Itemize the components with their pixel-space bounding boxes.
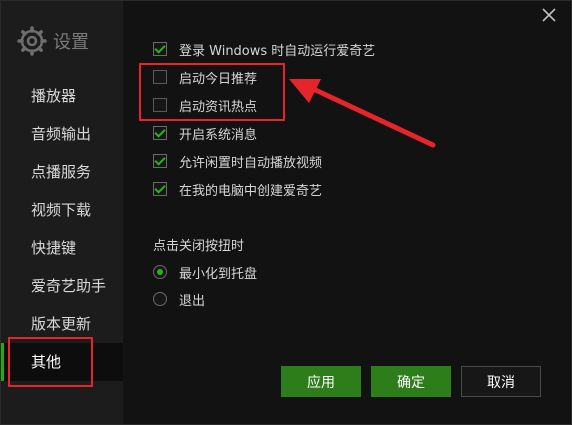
option-label: 登录 Windows 时自动运行爱奇艺 <box>179 43 376 59</box>
option-system-messages[interactable]: 开启系统消息 <box>153 124 258 143</box>
cancel-button[interactable]: 取消 <box>461 366 541 397</box>
radio-option-minimize[interactable]: 最小化到托盘 <box>153 263 258 282</box>
highlight-box-options <box>139 63 285 121</box>
close-icon[interactable] <box>541 7 557 23</box>
checkbox-idle-autoplay[interactable] <box>153 154 167 168</box>
radio-label: 最小化到托盘 <box>179 266 258 282</box>
sidebar-item-audio-output[interactable]: 音频输出 <box>1 115 123 153</box>
checkbox-system-messages[interactable] <box>153 126 167 140</box>
option-create-in-my-computer[interactable]: 在我的电脑中创建爱奇艺 <box>153 180 323 199</box>
checkbox-create-in-my-computer[interactable] <box>153 182 167 196</box>
sidebar-item-shortcuts[interactable]: 快捷键 <box>1 229 123 267</box>
brand: 设置 <box>17 25 89 57</box>
option-label: 开启系统消息 <box>179 127 258 143</box>
option-label: 允许闲置时自动播放视频 <box>179 155 323 171</box>
radio-option-exit[interactable]: 退出 <box>153 290 206 309</box>
sidebar-item-vod-service[interactable]: 点播服务 <box>1 153 123 191</box>
annotation-arrow-icon <box>289 79 436 148</box>
settings-window: 设置 播放器 音频输出 点播服务 视频下载 快捷键 爱奇艺助手 版本更新 其他 … <box>0 0 572 425</box>
sidebar-nav: 播放器 音频输出 点播服务 视频下载 快捷键 爱奇艺助手 版本更新 其他 <box>1 77 123 381</box>
radio-minimize-to-tray[interactable] <box>153 265 167 279</box>
sidebar-item-video-download[interactable]: 视频下载 <box>1 191 123 229</box>
checkbox-autorun[interactable] <box>153 42 167 56</box>
radio-exit[interactable] <box>153 292 167 306</box>
option-label: 在我的电脑中创建爱奇艺 <box>179 183 323 199</box>
radio-label: 退出 <box>179 293 206 309</box>
highlight-box-other <box>8 337 93 387</box>
ok-button[interactable]: 确定 <box>371 366 451 397</box>
close-action-label: 点击关闭按扭时 <box>153 239 245 254</box>
apply-button[interactable]: 应用 <box>281 366 361 397</box>
gear-icon <box>17 26 47 56</box>
sidebar-item-player[interactable]: 播放器 <box>1 77 123 115</box>
option-autorun[interactable]: 登录 Windows 时自动运行爱奇艺 <box>153 40 376 59</box>
option-idle-autoplay[interactable]: 允许闲置时自动播放视频 <box>153 152 323 171</box>
settings-title: 设置 <box>53 32 89 53</box>
sidebar-item-assistant[interactable]: 爱奇艺助手 <box>1 267 123 305</box>
